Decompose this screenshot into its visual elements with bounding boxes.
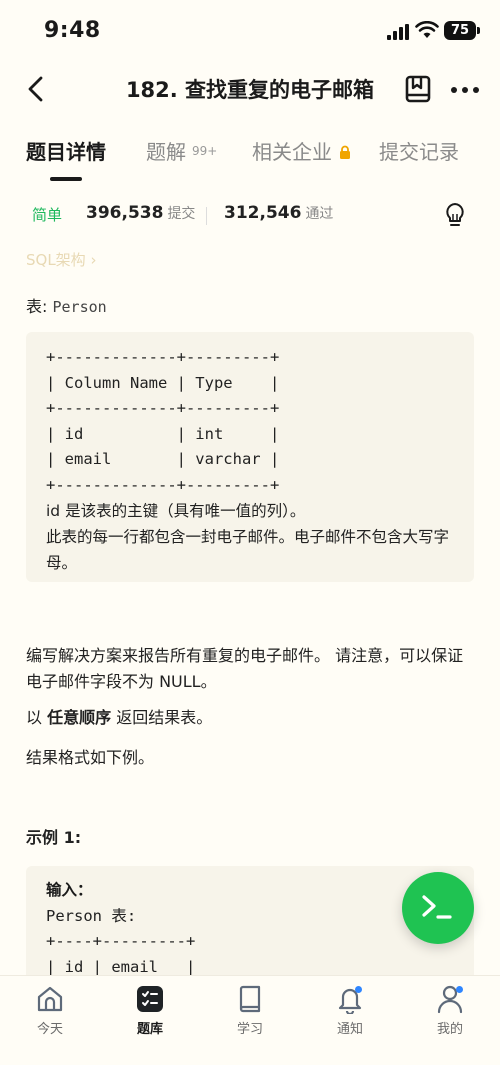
submission-count-label: 提交 — [167, 206, 196, 222]
problem-list-icon — [137, 986, 163, 1012]
stats-divider — [206, 207, 207, 225]
accepted-count-value: 312,546 — [224, 203, 302, 223]
table-label: 表: Person — [26, 293, 107, 317]
tab-bar: 题目详情 题解 99+ 相关企业 提交记录 — [0, 128, 500, 188]
bottom-nav-problems-label: 题库 — [136, 1022, 163, 1037]
bottom-nav-learn-label: 学习 — [236, 1022, 263, 1037]
bottom-nav-notifications-label: 通知 — [336, 1022, 363, 1037]
order-note-suffix: 返回结果表。 — [111, 708, 213, 727]
order-note: 以 任意顺序 返回结果表。 — [26, 705, 478, 731]
schema-note-rows: 此表的每一行都包含一封电子邮件。电子邮件不包含大写字母。 — [46, 528, 450, 572]
back-arrow-icon[interactable] — [22, 74, 52, 104]
example-title: 示例 1: — [26, 828, 82, 847]
schema-code-block: +-------------+---------+ | Column Name … — [26, 332, 474, 582]
order-note-prefix: 以 — [26, 708, 48, 727]
sql-schema-link[interactable]: SQL架构 › — [26, 249, 96, 270]
tab-solutions-label: 题解 — [146, 140, 186, 164]
order-note-emphasis: 任意顺序 — [47, 708, 112, 727]
cellular-signal-icon — [387, 24, 409, 40]
bottom-nav-today-label: 今天 — [36, 1022, 63, 1037]
terminal-icon — [422, 895, 452, 919]
solutions-count-badge: 99+ — [192, 144, 218, 158]
schema-table-text: +-------------+---------+ | Column Name … — [46, 348, 280, 494]
notification-dot — [355, 986, 362, 993]
difficulty-badge: 简单 — [32, 206, 63, 224]
example-input-label: 输入： — [46, 881, 93, 899]
lightbulb-hint-icon[interactable] — [444, 202, 466, 228]
tab-companies[interactable]: 相关企业 — [252, 136, 352, 165]
bottom-nav-profile[interactable]: 我的 — [410, 984, 490, 1037]
profile-notification-dot — [456, 986, 463, 993]
example-input-text: Person 表: +----+---------+ | id | email … — [46, 906, 196, 976]
submission-count: 396,538 提交 — [86, 203, 195, 223]
tab-submissions[interactable]: 提交记录 — [379, 136, 459, 165]
bottom-nav-profile-label: 我的 — [436, 1022, 463, 1037]
bottom-nav-learn[interactable]: 学习 — [210, 984, 290, 1037]
wifi-icon — [415, 21, 439, 38]
nav-bar: 182. 查找重复的电子邮箱 — [0, 62, 500, 118]
bottom-nav-problems[interactable]: 题库 — [110, 984, 190, 1037]
tab-solutions[interactable]: 题解 99+ — [146, 136, 217, 165]
bottom-nav-today[interactable]: 今天 — [10, 984, 90, 1037]
more-options-icon[interactable] — [450, 86, 480, 94]
bookmark-icon[interactable] — [404, 74, 432, 104]
tab-description[interactable]: 题目详情 — [26, 136, 106, 165]
table-name: Person — [52, 298, 107, 316]
accepted-count: 312,546 通过 — [224, 203, 333, 223]
battery-icon: 75 — [444, 21, 480, 40]
page-title: 182. 查找重复的电子邮箱 — [125, 78, 375, 102]
schema-note-primary-key: id 是该表的主键（具有唯一值的列）。 — [46, 502, 306, 520]
status-time: 9:48 — [44, 18, 101, 43]
code-editor-button[interactable] — [402, 872, 474, 944]
bottom-navigation: 今天 题库 学习 通知 我的 — [0, 975, 500, 1065]
submission-count-value: 396,538 — [86, 203, 164, 223]
active-tab-indicator — [50, 177, 82, 181]
lock-icon — [340, 145, 350, 159]
bottom-nav-notifications[interactable]: 通知 — [310, 984, 390, 1037]
tab-companies-label: 相关企业 — [252, 140, 332, 164]
table-label-prefix: 表: — [26, 297, 53, 316]
book-icon — [239, 985, 261, 1013]
home-icon — [37, 986, 63, 1012]
format-note: 结果格式如下例。 — [26, 748, 155, 767]
status-bar: 9:48 75 — [0, 0, 500, 62]
problem-detail-page: 9:48 75 182. 查找重复的电子邮箱 题目详情 题解 99+ 相关企业 … — [0, 0, 500, 1065]
accepted-count-label: 通过 — [305, 206, 334, 222]
problem-stats: 简单 396,538 提交 312,546 通过 — [0, 200, 500, 232]
problem-description: 编写解决方案来报告所有重复的电子邮件。 请注意，可以保证电子邮件字段不为 NUL… — [26, 646, 464, 691]
